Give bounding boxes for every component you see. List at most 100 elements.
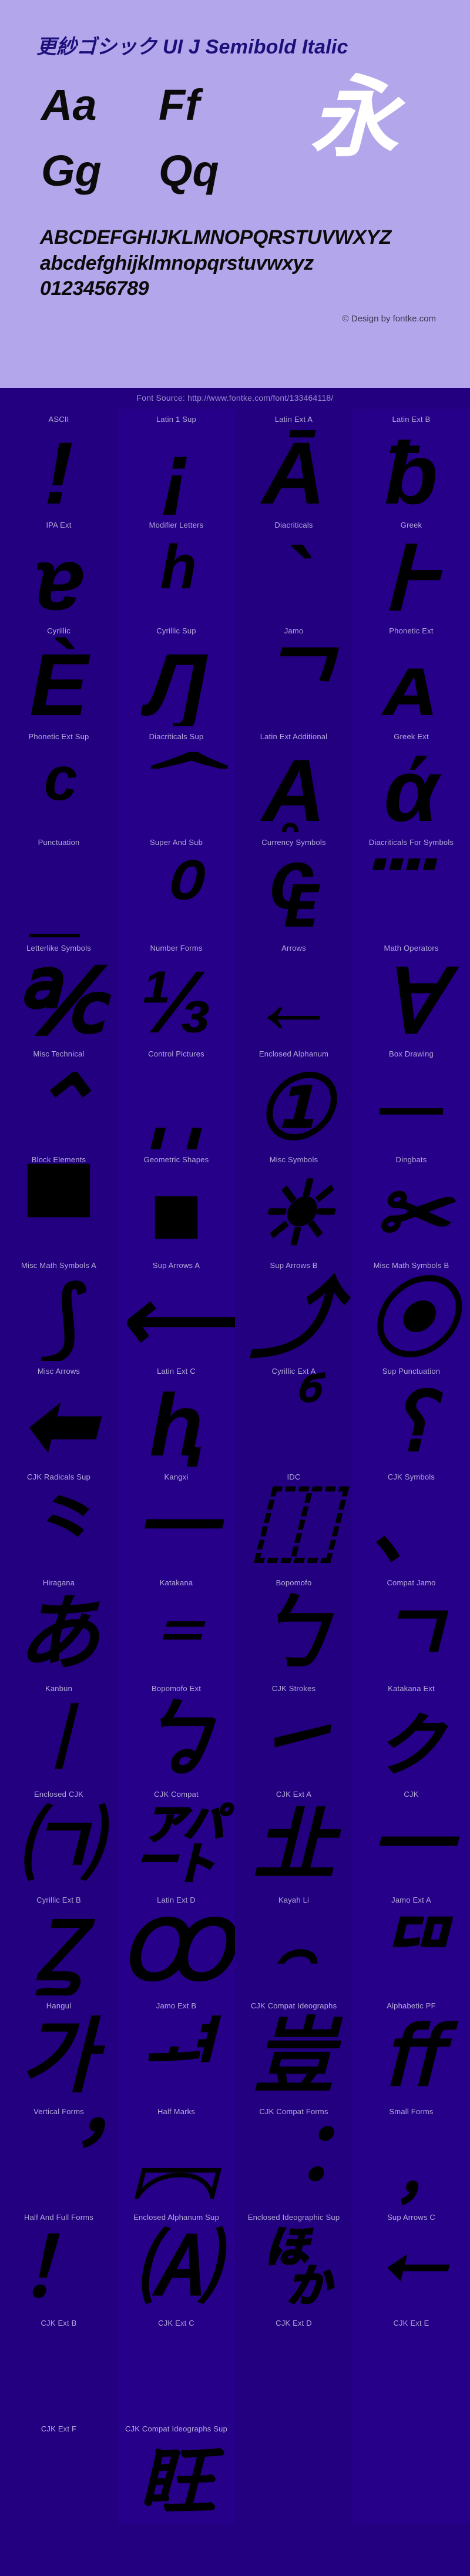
unicode-block-cell[interactable]: CJK Ext D 𫝀 [235, 2313, 352, 2419]
unicode-block-cell[interactable]: Cyrillic Ext Aⷠ [235, 1361, 352, 1467]
unicode-block-cell[interactable]: Currency Symbols ₠ [235, 832, 352, 938]
unicode-block-cell[interactable]: IDC ⿰ [235, 1467, 352, 1572]
unicode-block-glyph: Ԓ [118, 640, 235, 726]
unicode-block-cell[interactable]: Box Drawing ─ [352, 1044, 470, 1149]
unicode-block-cell[interactable]: Half Marks ︗ [118, 2101, 235, 2207]
unicode-block-cell[interactable]: Bopomofo ㄅ [235, 1572, 352, 1678]
unicode-block-cell[interactable]: Katakana Ext ㇰ [352, 1678, 470, 1784]
unicode-block-cell[interactable]: Latin Ext AĀ [235, 409, 352, 515]
unicode-block-cell[interactable]: Greek Ͱ [352, 515, 470, 620]
unicode-block-cell[interactable]: CJK Symbols、 [352, 1467, 470, 1572]
unicode-block-glyph: 𫝀 [235, 2333, 352, 2415]
unicode-block-glyph: 𬺰 [0, 2439, 118, 2521]
unicode-block-cell[interactable]: Cyrillic Ѐ [0, 620, 118, 726]
unicode-block-cell[interactable]: CJK Ext B𠀀 [0, 2313, 118, 2419]
unicode-block-cell[interactable]: Jamo Ext Aꥠ [352, 1890, 470, 1995]
unicode-block-cell[interactable]: Block Elements ▀ [0, 1149, 118, 1255]
unicode-block-cell[interactable]: Kanbun ㆐ [0, 1678, 118, 1784]
unicode-block-cell[interactable]: Misc Math Symbols B ⦿ [352, 1255, 470, 1361]
unicode-block-glyph: ‗ [0, 852, 118, 938]
unicode-block-cell[interactable]: CJK Ext A㐀 [235, 1784, 352, 1890]
unicode-block-cell[interactable]: Control Pictures ␣ [118, 1044, 235, 1149]
unicode-block-cell[interactable]: CJK Ext C𪜀 [118, 2313, 235, 2419]
unicode-block-label: CJK Ext D [235, 2319, 352, 2327]
unicode-block-cell[interactable]: Sup Punctuation ⸮ [352, 1361, 470, 1467]
unicode-block-cell[interactable]: Number Forms ⅓ [118, 938, 235, 1044]
unicode-block-cell[interactable]: Super And Sub ⁰ [118, 832, 235, 938]
unicode-block-cell[interactable]: Geometric Shapes ■ [118, 1149, 235, 1255]
unicode-block-cell[interactable]: CJK Ext F𬺰 [0, 2419, 118, 2524]
unicode-block-cell[interactable]: Diacriticals Sup᷍ [118, 726, 235, 832]
unicode-block-cell[interactable]: Latin Ext DꝎ [118, 1890, 235, 1995]
unicode-block-cell[interactable]: Diacriticals ˋ [235, 515, 352, 620]
unicode-block-label: CJK Ext A [235, 1790, 352, 1799]
unicode-block-cell[interactable]: Cyrillic Ext BꙀ [0, 1890, 118, 1995]
unicode-block-cell[interactable]: CJK Compat Ideographs 豈 [235, 1995, 352, 2101]
unicode-block-cell[interactable]: Katakana ゠ [118, 1572, 235, 1678]
unicode-block-label: Enclosed Alphanum [235, 1049, 352, 1058]
unicode-block-cell[interactable]: Enclosed Alphanum ① [235, 1044, 352, 1149]
unicode-block-cell[interactable]: Enclosed Ideographic Sup 🈀 [235, 2207, 352, 2313]
unicode-block-cell[interactable]: Half And Full Forms！ [0, 2207, 118, 2313]
unicode-block-cell[interactable]: Latin Ext Bƀ [352, 409, 470, 515]
unicode-block-row: Letterlike Symbols ℀ Number Forms ⅓ Arrows ← M… [0, 938, 470, 1044]
unicode-block-cell[interactable]: Misc Math Symbols A ⟆ [0, 1255, 118, 1361]
unicode-block-cell[interactable]: Misc Arrows ⬅ [0, 1361, 118, 1467]
unicode-block-glyph: ─ [352, 1064, 470, 1149]
unicode-block-cell[interactable]: Misc Symbols ☀ [235, 1149, 352, 1255]
unicode-block-cell[interactable]: CJK Ext E𫠠 [352, 2313, 470, 2419]
unicode-block-label: Currency Symbols [235, 838, 352, 847]
unicode-block-cell[interactable]: Latin Ext Additional Ḁ [235, 726, 352, 832]
unicode-block-cell[interactable]: Sup Arrows B ⤴ [235, 1255, 352, 1361]
unicode-block-cell[interactable]: IPA Ext ɐ [0, 515, 118, 620]
unicode-block-cell[interactable]: Small Forms ﹐ [352, 2101, 470, 2207]
unicode-block-cell[interactable]: CJK Compat ㌀ [118, 1784, 235, 1890]
unicode-block-cell[interactable]: Letterlike Symbols ℀ [0, 938, 118, 1044]
unicode-block-cell[interactable]: Vertical Forms ︐ [0, 2101, 118, 2207]
unicode-block-label: Latin Ext B [352, 415, 470, 424]
sample-Aa: Aa [41, 83, 159, 127]
unicode-block-cell[interactable]: Alphabetic PF ﬀ [352, 1995, 470, 2101]
unicode-block-cell[interactable]: Jamo Ext Bힰ [118, 1995, 235, 2101]
unicode-block-cell[interactable]: Arrows ← [235, 938, 352, 1044]
unicode-block-cell[interactable]: Enclosed Alphanum Sup 🄐 [118, 2207, 235, 2313]
unicode-block-cell[interactable]: Dingbats ✂ [352, 1149, 470, 1255]
unicode-block-cell[interactable]: Diacriticals For Symbols⃜ [352, 832, 470, 938]
unicode-block-label: Alphabetic PF [352, 2001, 470, 2010]
unicode-block-cell[interactable]: Compat Jamo ㄱ [352, 1572, 470, 1678]
unicode-block-cell-empty[interactable] [235, 2419, 352, 2524]
unicode-block-cell[interactable]: Hangul 가 [0, 1995, 118, 2101]
unicode-block-cell[interactable]: CJK Compat Ideographs Sup 𪛟 [118, 2419, 235, 2524]
font-source-link[interactable]: Font Source: http://www.fontke.com/font/… [0, 388, 470, 409]
unicode-block-cell[interactable]: Modifier Letters ʰ [118, 515, 235, 620]
unicode-block-cell-empty[interactable] [352, 2419, 470, 2524]
unicode-block-cell[interactable]: Jamo ᄀ [235, 620, 352, 726]
unicode-block-cell[interactable]: CJK Strokes ㇀ [235, 1678, 352, 1784]
unicode-block-cell[interactable]: Greek Ext ά [352, 726, 470, 832]
unicode-block-cell[interactable]: Cyrillic Sup Ԓ [118, 620, 235, 726]
unicode-block-cell[interactable]: Kayah Li ꤮ [235, 1890, 352, 1995]
unicode-block-cell[interactable]: Bopomofo Ext ㆠ [118, 1678, 235, 1784]
unicode-block-cell[interactable]: Math Operators ∀ [352, 938, 470, 1044]
unicode-block-cell[interactable]: Latin Ext Cⱨ [118, 1361, 235, 1467]
unicode-block-cell[interactable]: Phonetic Ext ᴀ [352, 620, 470, 726]
unicode-block-cell[interactable]: CJK Radicals Sup ⺀ [0, 1467, 118, 1572]
unicode-block-cell[interactable]: Enclosed CJK ㈀ [0, 1784, 118, 1890]
unicode-block-cell[interactable]: Phonetic Ext Sup ᶜ [0, 726, 118, 832]
unicode-block-cell[interactable]: Sup Arrows A ⟵ [118, 1255, 235, 1361]
unicode-block-cell[interactable]: Kangxi ⼀ [118, 1467, 235, 1572]
unicode-block-cell[interactable]: Punctuation ‗ [0, 832, 118, 938]
unicode-block-label: Compat Jamo [352, 1578, 470, 1587]
unicode-block-cell[interactable]: ASCII! [0, 409, 118, 515]
unicode-block-cell[interactable]: Misc Technical ⌃ [0, 1044, 118, 1149]
unicode-block-row: Hangul 가 Jamo Ext B ힰ CJK Compat Ideographs 豈… [0, 1995, 470, 2101]
unicode-block-cell[interactable]: Sup Arrows C 🠀 [352, 2207, 470, 2313]
unicode-block-cell[interactable]: Latin 1 Sup ¡ [118, 409, 235, 515]
unicode-block-glyph: ힰ [118, 2015, 235, 2098]
font-title: 更紗ゴシック UI J Semibold Italic [0, 0, 470, 59]
unicode-block-cell[interactable]: Hiragana あ [0, 1572, 118, 1678]
unicode-block-cell[interactable]: CJK 一 [352, 1784, 470, 1890]
unicode-block-glyph: ！ [0, 2227, 118, 2309]
unicode-block-cell[interactable]: CJK Compat Forms ︓ [235, 2101, 352, 2207]
unicode-block-glyph: ¡ [118, 429, 235, 515]
